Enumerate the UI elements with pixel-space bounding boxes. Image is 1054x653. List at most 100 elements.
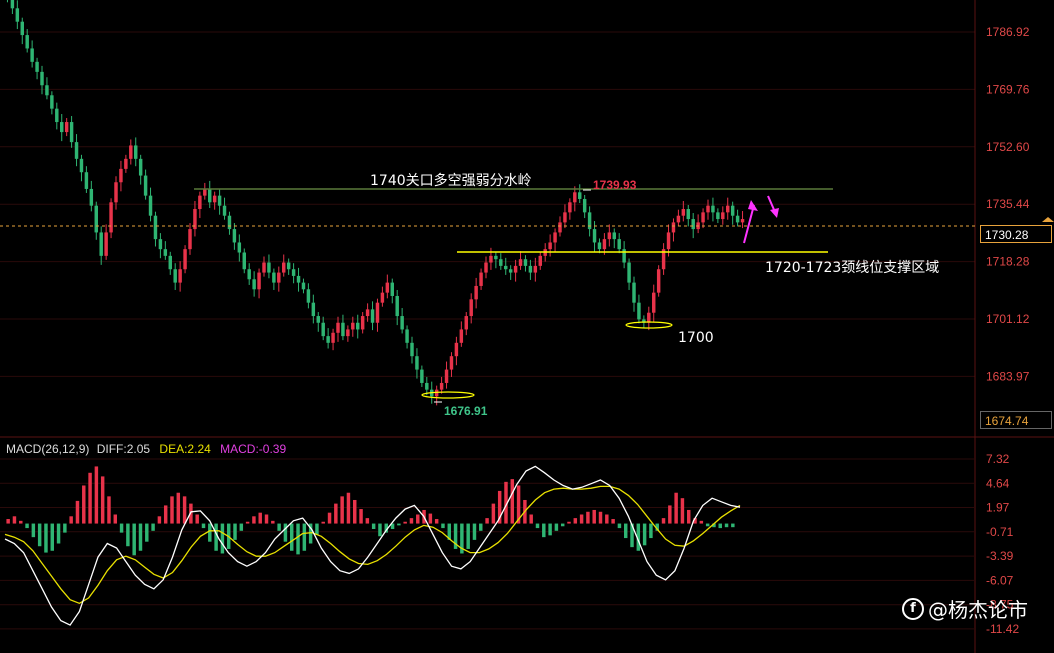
candle-body bbox=[336, 322, 340, 333]
candle-body bbox=[454, 342, 459, 357]
macd-legend-macd: MACD:-0.39 bbox=[220, 442, 286, 456]
candle-body bbox=[449, 356, 454, 370]
macd-legend-dea: DEA:2.24 bbox=[159, 442, 211, 456]
candle-body bbox=[134, 145, 138, 159]
candle-body bbox=[326, 336, 330, 343]
candle-body bbox=[686, 209, 690, 220]
candle-body bbox=[523, 259, 528, 266]
candle-body bbox=[257, 272, 261, 290]
candle-body bbox=[415, 356, 419, 370]
resistance-label: 1740关口多空强弱分水岭 bbox=[370, 172, 532, 189]
candle-body bbox=[360, 316, 365, 330]
candle-body bbox=[10, 0, 15, 9]
candle-body bbox=[568, 202, 572, 213]
candle-body bbox=[666, 232, 671, 250]
candle-body bbox=[99, 232, 103, 256]
candle-body bbox=[681, 209, 686, 216]
candle-body bbox=[35, 61, 39, 72]
candle-body bbox=[277, 272, 281, 283]
price-marker-icon bbox=[1042, 217, 1054, 222]
low-ellipse bbox=[421, 391, 475, 399]
bottom-price-box: 1674.74 bbox=[980, 411, 1052, 429]
candle-body bbox=[499, 259, 503, 266]
candle-body bbox=[504, 265, 508, 270]
candle-body bbox=[479, 272, 483, 286]
candle-body bbox=[494, 255, 498, 260]
candle-body bbox=[365, 309, 370, 317]
macd-histogram bbox=[6, 466, 735, 556]
candle-body bbox=[513, 265, 518, 273]
candle-body bbox=[89, 188, 94, 206]
candle-body bbox=[612, 232, 616, 240]
candle-body bbox=[701, 212, 705, 223]
candle-body bbox=[439, 382, 444, 390]
candle-body bbox=[573, 192, 577, 203]
candle-body bbox=[316, 316, 320, 323]
candle-body bbox=[656, 269, 661, 293]
price-axis: 1786.92 1769.76 1752.60 1735.44 1718.28 1701.… bbox=[986, 25, 1030, 383]
candle-body bbox=[508, 269, 513, 273]
high-label: 1739.93 bbox=[593, 178, 637, 192]
low2-label: 1700 bbox=[678, 330, 714, 346]
candle-body bbox=[637, 302, 641, 320]
candle-body bbox=[153, 215, 158, 240]
candle-body bbox=[45, 85, 49, 96]
candle-body bbox=[410, 342, 414, 357]
macd-tick-label: 4.64 bbox=[986, 476, 1010, 490]
candle-body bbox=[94, 205, 98, 233]
candle-body bbox=[79, 158, 84, 173]
price-tick-label: 1683.97 bbox=[986, 369, 1030, 383]
candle-body bbox=[188, 229, 192, 250]
candle-body bbox=[178, 269, 182, 283]
candle-body bbox=[198, 195, 202, 210]
candle-body bbox=[40, 71, 44, 86]
macd-tick-label: 1.97 bbox=[986, 501, 1010, 515]
candle-body bbox=[69, 122, 74, 143]
candle-body bbox=[602, 239, 607, 250]
candle-body bbox=[321, 322, 325, 337]
macd-tick-label: -6.07 bbox=[986, 573, 1014, 587]
diff-line bbox=[4, 465, 741, 626]
macd-tick-label: -3.39 bbox=[986, 549, 1014, 563]
candle-body bbox=[582, 198, 587, 213]
candle-body bbox=[25, 35, 29, 49]
candle-body bbox=[587, 212, 592, 230]
candle-body bbox=[163, 249, 168, 256]
candle-body bbox=[706, 205, 710, 213]
candle-body bbox=[405, 329, 409, 343]
candle-body bbox=[247, 269, 251, 280]
candle-body bbox=[267, 262, 271, 273]
candle-body bbox=[647, 312, 651, 323]
candle-body bbox=[306, 289, 311, 303]
candle-body bbox=[203, 188, 207, 196]
candle-body bbox=[168, 255, 172, 270]
candle-body bbox=[652, 292, 656, 313]
candle-body bbox=[208, 188, 212, 203]
candle-body bbox=[395, 295, 399, 317]
price-tick-label: 1769.76 bbox=[986, 82, 1030, 96]
candle-body bbox=[60, 122, 64, 133]
candle-body bbox=[400, 316, 404, 330]
price-tick-label: 1735.44 bbox=[986, 197, 1030, 211]
candle-body bbox=[64, 122, 69, 133]
candle-body bbox=[143, 175, 148, 196]
candle-body bbox=[74, 142, 79, 159]
macd-legend: MACD(26,12,9) DIFF:2.05 DEA:2.24 MACD:-0… bbox=[6, 442, 286, 456]
f-logo-icon: f bbox=[902, 597, 924, 620]
candle-body bbox=[484, 262, 488, 273]
candle-body bbox=[301, 282, 306, 290]
macd-tick-label: 7.32 bbox=[986, 452, 1010, 466]
candle-body bbox=[553, 232, 557, 243]
candle-body bbox=[20, 21, 24, 36]
candle-body bbox=[617, 239, 621, 250]
candle-body bbox=[173, 269, 177, 283]
candle-body bbox=[489, 255, 493, 263]
macd-tick-label: -11.42 bbox=[986, 622, 1019, 636]
candle-body bbox=[721, 212, 725, 220]
candle-body bbox=[459, 329, 464, 343]
candle-body bbox=[464, 316, 468, 330]
candle-body bbox=[592, 229, 597, 243]
candle-body bbox=[444, 369, 449, 383]
candle-body bbox=[356, 322, 360, 330]
candle-body bbox=[726, 205, 730, 213]
